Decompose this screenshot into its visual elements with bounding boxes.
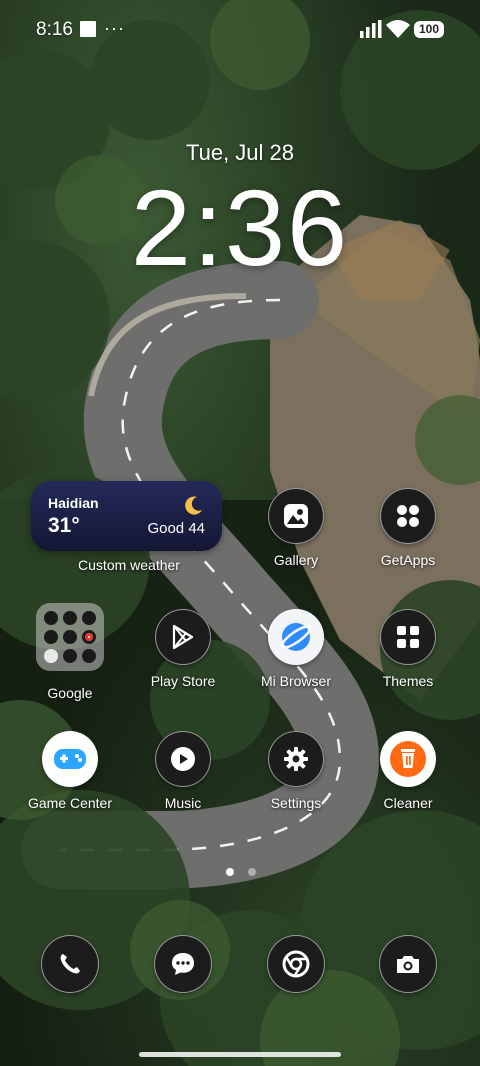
settings-app[interactable]: Settings	[246, 731, 346, 811]
google-label: Google	[47, 685, 93, 701]
wifi-icon	[386, 20, 410, 38]
chrome-icon[interactable]	[267, 935, 325, 993]
status-time: 8:16	[36, 19, 73, 40]
cellular-signal-icon	[360, 20, 382, 38]
getapps-label: GetApps	[380, 552, 436, 568]
status-bar: 8:16 ··· 100	[0, 0, 480, 60]
themes-label: Themes	[382, 673, 434, 689]
game-center-app[interactable]: Game Center	[20, 731, 120, 811]
themes-icon[interactable]	[380, 609, 436, 665]
google-folder[interactable]: Google	[20, 603, 120, 701]
browser-app[interactable]: Mi Browser	[246, 609, 346, 689]
game-center-label: Game Center	[27, 795, 113, 811]
dock-phone[interactable]	[20, 935, 120, 993]
clock-time[interactable]: 2:36	[0, 168, 480, 288]
cleaner-icon[interactable]	[380, 731, 436, 787]
play-store-app[interactable]: Play Store	[133, 609, 233, 689]
cleaner-label: Cleaner	[383, 795, 433, 811]
gesture-handle[interactable]	[139, 1052, 341, 1057]
dock-camera[interactable]	[358, 935, 458, 993]
gallery-icon[interactable]	[268, 488, 324, 544]
weather-widget-label: Custom weather	[78, 557, 180, 573]
moon-icon	[185, 496, 202, 515]
air-quality: Good 44	[147, 520, 205, 537]
music-app[interactable]: Music	[133, 731, 233, 811]
weather-city: Haidian	[48, 495, 99, 511]
page-indicator	[226, 863, 266, 881]
page-dot	[248, 868, 257, 876]
settings-label: Settings	[270, 795, 322, 811]
cleaner-app[interactable]: Cleaner	[358, 731, 458, 811]
music-label: Music	[164, 795, 202, 811]
themes-app[interactable]: Themes	[358, 609, 458, 689]
gallery-app[interactable]: Gallery	[246, 488, 346, 568]
google-folder-icon[interactable]	[36, 603, 104, 671]
dock-chrome[interactable]	[246, 935, 346, 993]
play-store-label: Play Store	[150, 673, 216, 689]
weather-widget[interactable]: Haidian 31° Good 44	[31, 481, 222, 551]
camera-icon[interactable]	[379, 935, 437, 993]
dock-messages[interactable]	[133, 935, 233, 993]
getapps-app[interactable]: GetApps	[358, 488, 458, 568]
page-dot-active	[226, 868, 234, 876]
weather-temperature: 31°	[48, 514, 80, 537]
phone-icon[interactable]	[41, 935, 99, 993]
date-text[interactable]: Tue, Jul 28	[0, 140, 480, 166]
messages-icon[interactable]	[154, 935, 212, 993]
play-store-icon[interactable]	[155, 609, 211, 665]
settings-icon[interactable]	[268, 731, 324, 787]
music-icon[interactable]	[155, 731, 211, 787]
gallery-label: Gallery	[273, 552, 319, 568]
getapps-icon[interactable]	[380, 488, 436, 544]
battery-indicator: 100	[414, 21, 444, 38]
game-center-icon[interactable]	[42, 731, 98, 787]
browser-label: Mi Browser	[260, 673, 331, 689]
notification-icon	[80, 21, 96, 37]
more-notifications-icon: ···	[104, 18, 125, 38]
browser-icon[interactable]	[268, 609, 324, 665]
